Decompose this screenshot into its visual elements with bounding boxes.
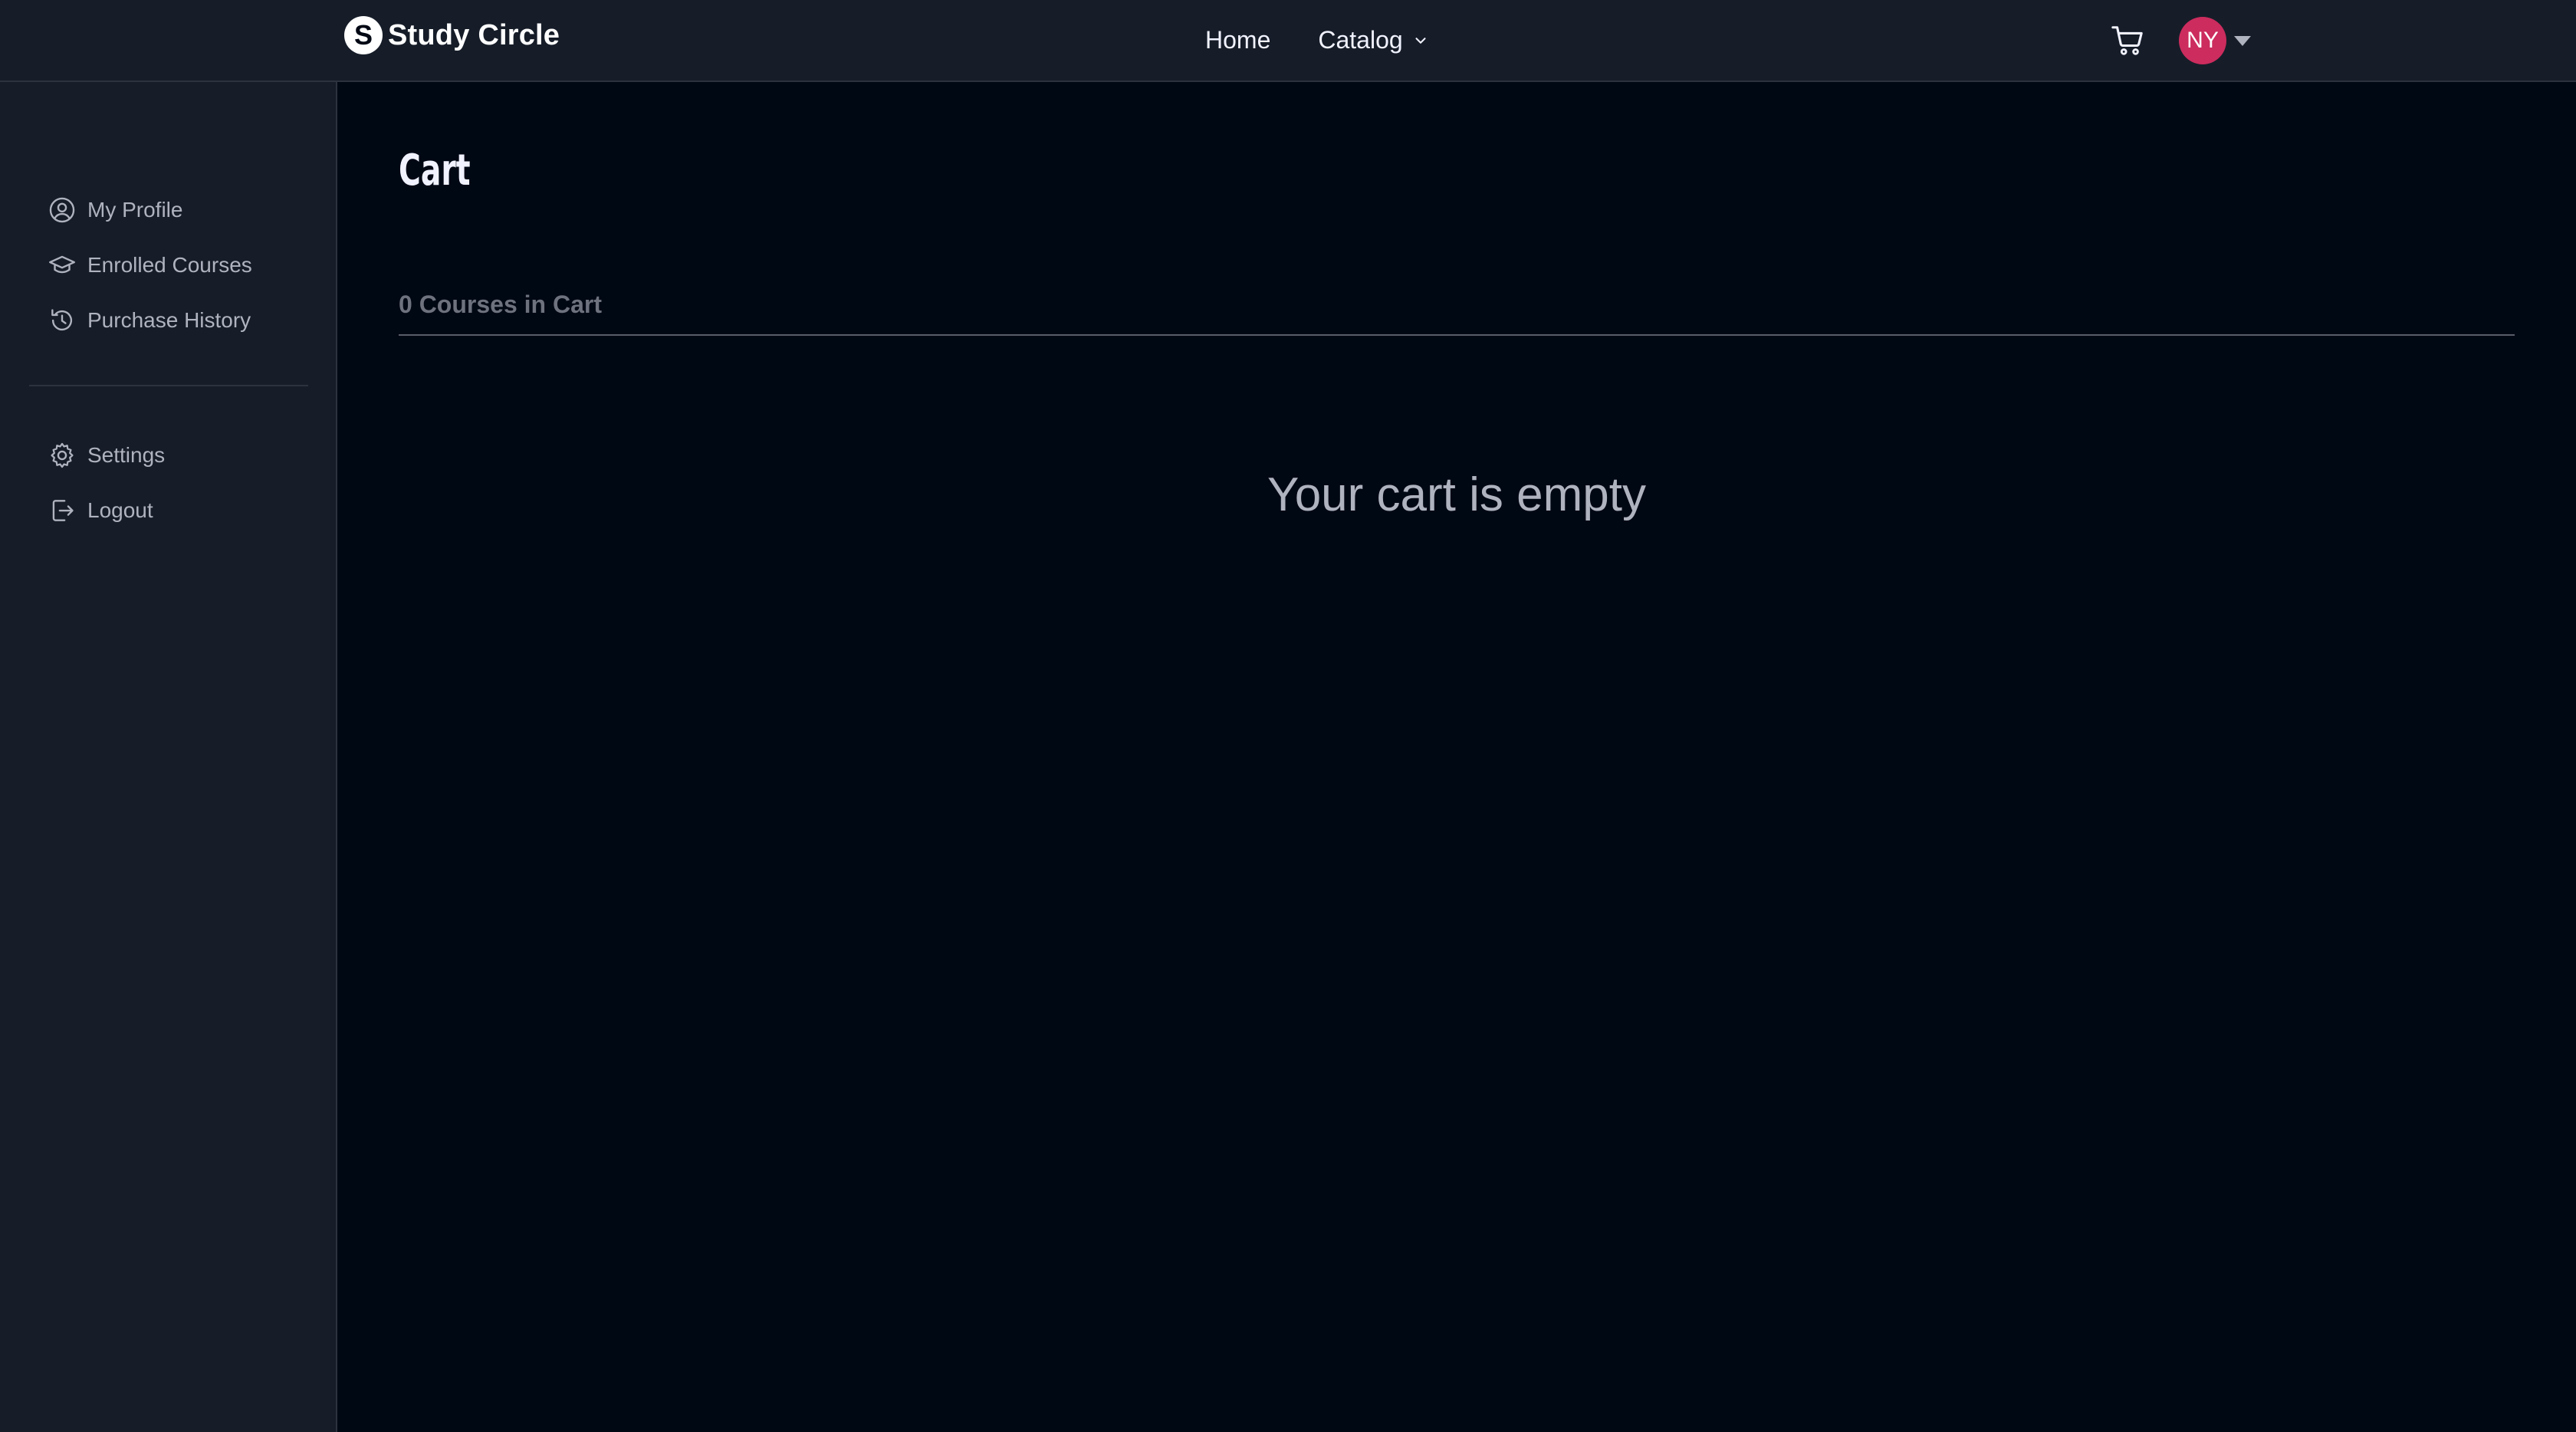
nav-catalog-label: Catalog bbox=[1318, 26, 1403, 54]
graduation-cap-icon bbox=[48, 255, 76, 274]
cart-icon[interactable] bbox=[2110, 23, 2145, 58]
nav-home-label: Home bbox=[1205, 26, 1271, 54]
cart-count-label: 0 Courses in Cart bbox=[399, 291, 602, 318]
brand-logo-icon: S bbox=[344, 16, 383, 54]
sidebar-item-label: Enrolled Courses bbox=[87, 253, 252, 277]
chevron-down-icon bbox=[1415, 37, 1426, 44]
logout-icon bbox=[52, 500, 74, 521]
brand-name: Study Circle bbox=[388, 18, 560, 51]
dashboard-sidebar: My Profile Enrolled Courses Purchase His… bbox=[0, 82, 337, 1432]
nav-home-link[interactable]: Home bbox=[1205, 26, 1270, 54]
empty-cart-message: Your cart is empty bbox=[1267, 468, 1646, 521]
sidebar-item-label: My Profile bbox=[87, 198, 183, 222]
history-icon bbox=[51, 309, 73, 331]
main-nav: Home Catalog bbox=[1205, 0, 1429, 80]
sidebar-item-label: Purchase History bbox=[87, 308, 251, 332]
sidebar-divider bbox=[29, 385, 308, 386]
sidebar-item-enrolled-courses[interactable]: Enrolled Courses bbox=[48, 247, 252, 284]
avatar: NY bbox=[2179, 17, 2226, 64]
nav-catalog-dropdown[interactable]: Catalog bbox=[1318, 26, 1428, 54]
profile-menu-button[interactable]: NY bbox=[2179, 17, 2251, 64]
gear-icon bbox=[51, 442, 74, 468]
sidebar-item-logout[interactable]: Logout bbox=[48, 492, 153, 529]
sidebar-item-settings[interactable]: Settings bbox=[48, 437, 165, 474]
cart-count-row: 0 Courses in Cart bbox=[399, 287, 2515, 336]
sidebar-item-label: Logout bbox=[87, 498, 153, 522]
sidebar-item-my-profile[interactable]: My Profile bbox=[48, 192, 182, 228]
top-navbar: S Study Circle Home Catalog NY bbox=[0, 0, 2576, 82]
sidebar-item-purchase-history[interactable]: Purchase History bbox=[48, 302, 251, 339]
user-circle-icon bbox=[49, 197, 75, 223]
brand-logo-link[interactable]: S Study Circle bbox=[343, 14, 560, 57]
sidebar-item-label: Settings bbox=[87, 443, 166, 467]
caret-down-icon bbox=[2234, 35, 2251, 46]
page-title: Cart bbox=[399, 146, 471, 195]
avatar-initials: NY bbox=[2187, 28, 2219, 53]
svg-text:S: S bbox=[354, 19, 373, 51]
